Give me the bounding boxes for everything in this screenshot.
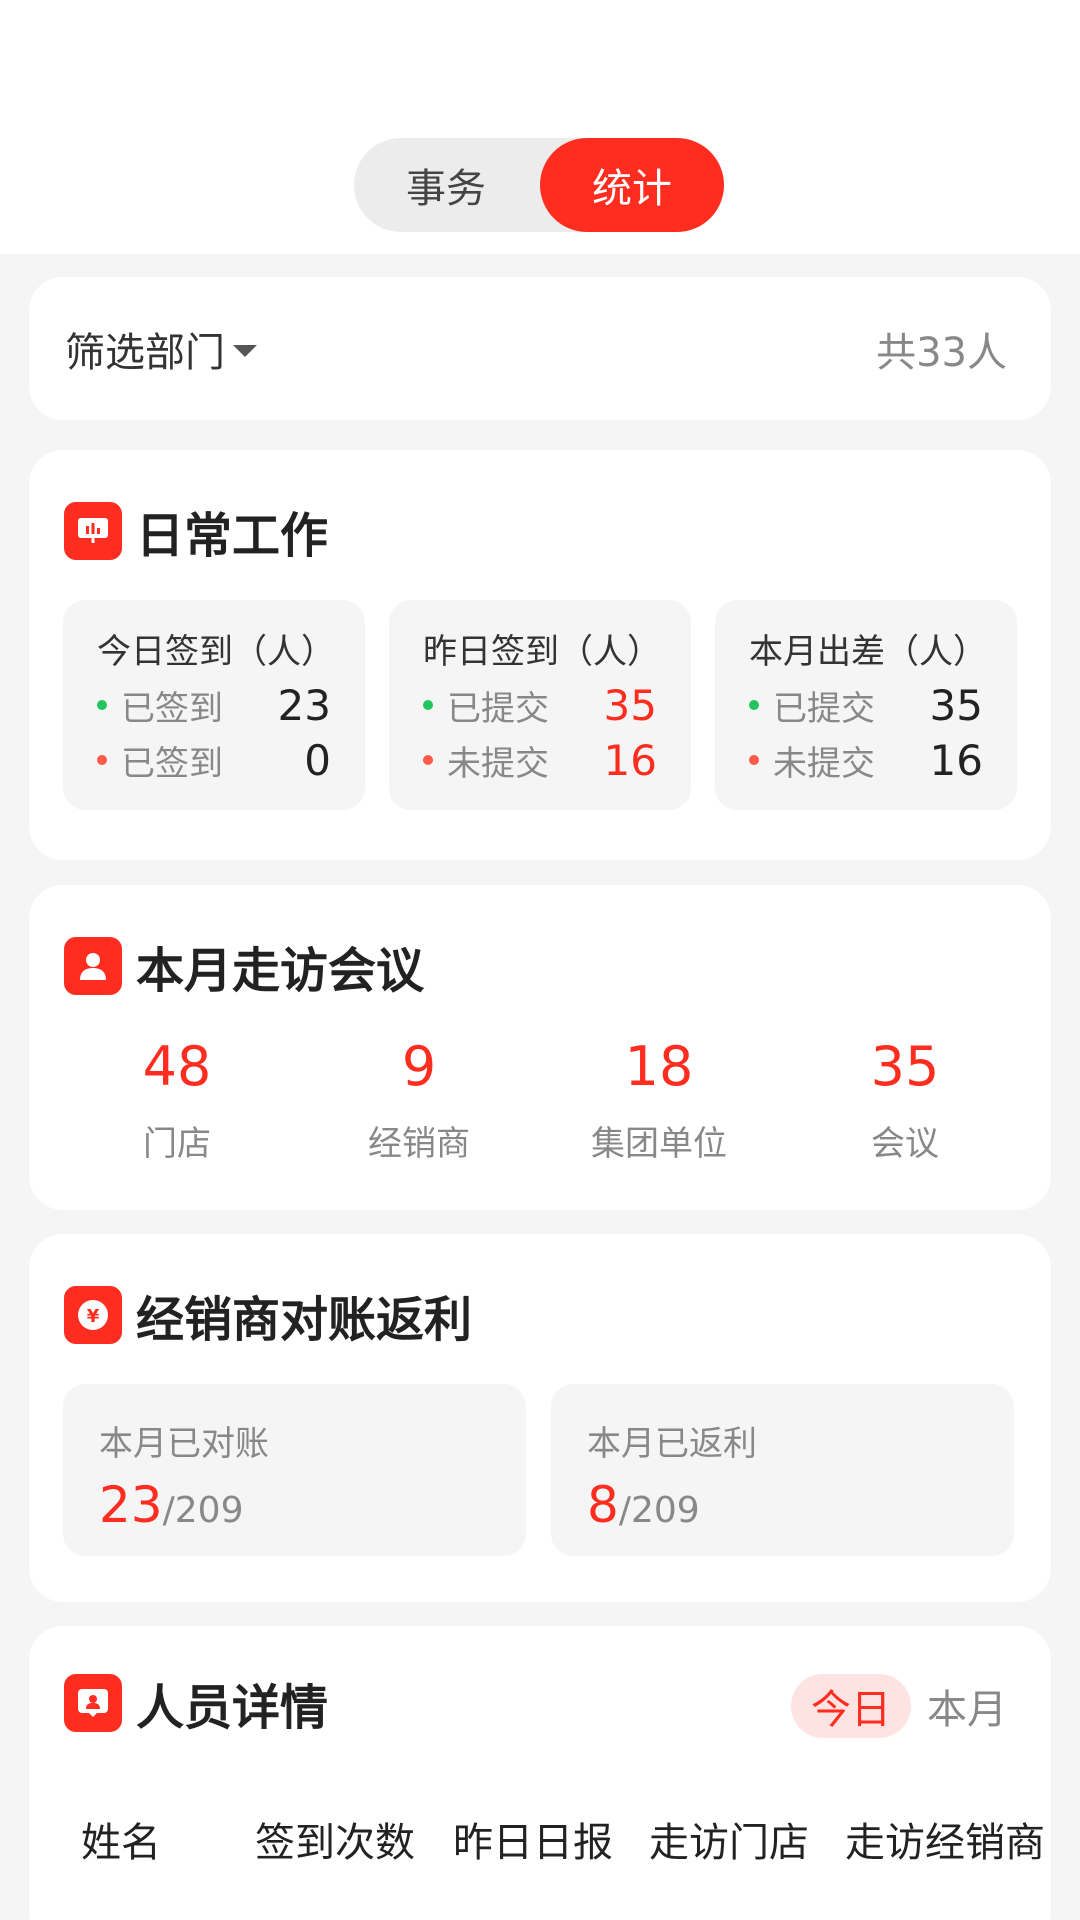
monthly-trip-box[interactable]: 本月出差（人） 已提交 35 未提交 16: [715, 600, 1017, 810]
visit-stat-meetings[interactable]: 35 会议: [805, 1040, 1005, 1165]
stat-label: 经销商: [368, 1124, 470, 1164]
department-filter-label: 筛选部门: [65, 329, 225, 376]
view-toggle: 事务 统计: [354, 138, 724, 232]
row-label: 已签到: [121, 688, 223, 729]
daily-work-title: 日常工作: [136, 508, 329, 564]
row-label: 已提交: [773, 688, 875, 729]
tab-month[interactable]: 本月: [927, 1677, 1007, 1735]
status-dot-green: [97, 700, 107, 710]
row-value: 16: [929, 735, 983, 785]
top-header: 事务 统计: [0, 0, 1080, 254]
today-checkin-box[interactable]: 今日签到（人） 已签到 23 已签到 0: [63, 600, 365, 810]
stat-row: 未提交 16: [749, 735, 983, 785]
stat-row: 已签到 23: [97, 680, 331, 730]
box-title: 本月出差（人）: [749, 632, 987, 672]
daily-work-header: 日常工作: [64, 502, 328, 564]
visits-header: 本月走访会议: [64, 937, 424, 999]
caret-down-icon: [233, 344, 257, 357]
yesterday-checkin-box[interactable]: 昨日签到（人） 已提交 35 未提交 16: [389, 600, 691, 810]
progress-value: 23 /209: [99, 1476, 243, 1534]
column-header-checkins[interactable]: 签到次数: [255, 1810, 415, 1868]
box-title: 今日签到（人）: [97, 632, 335, 672]
column-header-daily-report[interactable]: 昨日日报: [453, 1810, 613, 1868]
rebate-title: 经销商对账返利: [136, 1292, 473, 1348]
stat-row: 已签到 0: [97, 735, 331, 785]
row-value: 16: [603, 735, 657, 785]
box-title: 本月已对账: [99, 1424, 269, 1464]
person-icon: [64, 937, 122, 995]
monthly-rebated-box[interactable]: 本月已返利 8 /209: [551, 1384, 1014, 1556]
row-label: 未提交: [773, 743, 875, 784]
visit-stat-group-units[interactable]: 18 集团单位: [559, 1040, 759, 1165]
stat-value: 48: [142, 1035, 212, 1098]
row-value: 0: [304, 735, 331, 785]
row-value: 35: [929, 680, 983, 730]
total-count: /209: [618, 1490, 700, 1531]
monthly-visits-card: 本月走访会议 48 门店 9 经销商 18 集团单位 35 会议: [29, 885, 1051, 1210]
row-label: 已签到: [121, 743, 223, 784]
status-dot-green: [423, 700, 433, 710]
staff-title: 人员详情: [136, 1680, 329, 1736]
monthly-reconciled-box[interactable]: 本月已对账 23 /209: [63, 1384, 526, 1556]
department-filter[interactable]: 筛选部门: [65, 277, 257, 420]
stat-value: 18: [624, 1035, 694, 1098]
column-header-dealer-visits[interactable]: 走访经销商: [845, 1810, 1045, 1868]
box-title: 本月已返利: [587, 1424, 757, 1464]
done-count: 23: [99, 1476, 163, 1534]
id-card-icon: [64, 1674, 122, 1732]
stat-value: 9: [401, 1035, 437, 1098]
stat-row: 已提交 35: [749, 680, 983, 730]
daily-work-card: 日常工作 今日签到（人） 已签到 23 已签到 0 昨日签到（人） 已提交 35…: [29, 450, 1051, 860]
status-dot-red: [423, 755, 433, 765]
stat-label: 门店: [143, 1124, 211, 1164]
column-header-store-visits[interactable]: 走访门店: [649, 1810, 809, 1868]
column-header-name[interactable]: 姓名: [81, 1810, 161, 1868]
status-dot-red: [97, 755, 107, 765]
progress-value: 8 /209: [587, 1476, 700, 1534]
visit-stat-stores[interactable]: 48 门店: [77, 1040, 277, 1165]
rebate-header: ¥ 经销商对账返利: [64, 1286, 472, 1348]
tab-today[interactable]: 今日: [791, 1674, 911, 1738]
toggle-statistics[interactable]: 统计: [540, 138, 724, 232]
visits-title: 本月走访会议: [136, 943, 425, 999]
status-dot-green: [749, 700, 759, 710]
svg-text:¥: ¥: [87, 1306, 100, 1327]
row-value: 23: [277, 680, 331, 730]
box-title: 昨日签到（人）: [423, 632, 661, 672]
yen-coin-icon: ¥: [64, 1286, 122, 1344]
people-count: 共33人: [876, 329, 1007, 376]
stat-row: 未提交 16: [423, 735, 657, 785]
presentation-chart-icon: [64, 502, 122, 560]
total-count: /209: [162, 1490, 244, 1531]
staff-details-card: 人员详情 今日 本月 姓名 签到次数 昨日日报 走访门店 走访经销商: [29, 1626, 1051, 1920]
row-value: 35: [603, 680, 657, 730]
dealer-rebate-card: ¥ 经销商对账返利 本月已对账 23 /209 本月已返利 8 /209: [29, 1234, 1051, 1602]
staff-header: 人员详情: [64, 1674, 328, 1736]
stat-row: 已提交 35: [423, 680, 657, 730]
stat-label: 集团单位: [591, 1124, 727, 1164]
period-tabs: 今日 本月: [791, 1674, 1007, 1738]
row-label: 已提交: [447, 688, 549, 729]
visit-stat-dealers[interactable]: 9 经销商: [319, 1040, 519, 1165]
stat-label: 会议: [871, 1124, 939, 1164]
stat-value: 35: [870, 1035, 940, 1098]
department-filter-card: 筛选部门 共33人: [29, 277, 1051, 420]
table-header: 姓名 签到次数 昨日日报 走访门店 走访经销商: [29, 1810, 1051, 1870]
row-label: 未提交: [447, 743, 549, 784]
status-dot-red: [749, 755, 759, 765]
done-count: 8: [587, 1476, 619, 1534]
toggle-affairs[interactable]: 事务: [354, 138, 538, 232]
